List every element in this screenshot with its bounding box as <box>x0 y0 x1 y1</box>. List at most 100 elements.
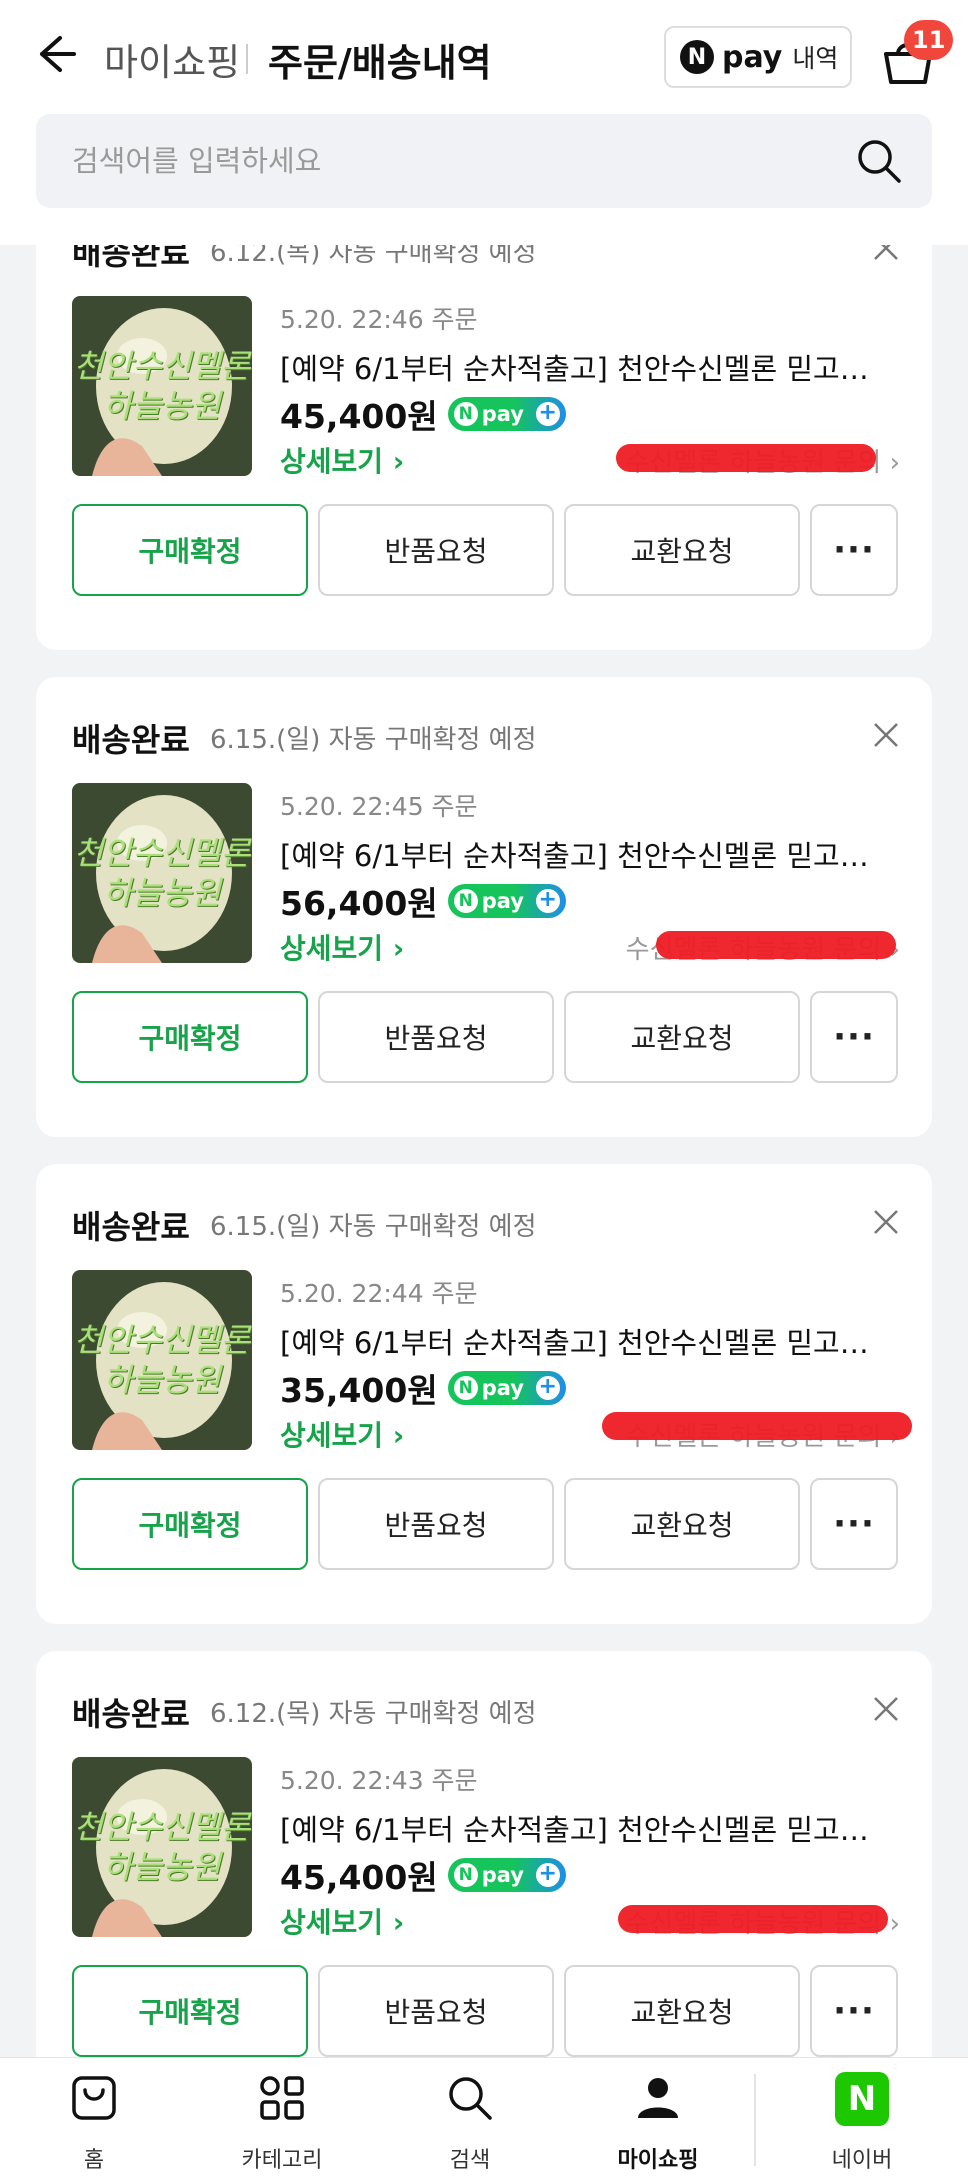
npay-history-label: 내역 <box>792 44 839 73</box>
purchase-confirm-button[interactable]: 구매확정 <box>72 504 308 596</box>
more-options-button[interactable]: ··· <box>810 504 898 596</box>
breadcrumb-divider <box>246 44 248 74</box>
nav-label: 검색 <box>449 2148 491 2173</box>
price-row: 45,400원 N pay + <box>280 390 566 438</box>
bottom-navigation: 홈 카테고리 검색 마이쇼핑 N 네이버 <box>0 2057 968 2181</box>
plus-icon: + <box>535 1376 560 1400</box>
auto-confirm-date: 6.15.(일) 자동 구매확정 예정 <box>210 1212 537 1242</box>
close-icon[interactable] <box>872 1208 900 1236</box>
category-grid-icon <box>260 2076 304 2120</box>
order-action-buttons: 구매확정 반품요청 교환요청 ··· <box>72 504 898 596</box>
nav-label: 네이버 <box>831 2148 893 2173</box>
naver-logo-icon: N <box>835 2072 889 2126</box>
search-bar <box>36 114 932 208</box>
npay-plus-badge: N pay + <box>447 397 566 431</box>
product-title[interactable]: [예약 6/1부터 순차적출고] 천안수신멜론 믿고먹는 하늘농원 <box>280 1807 894 1849</box>
search-input[interactable] <box>72 136 832 186</box>
product-title[interactable]: [예약 6/1부터 순차적출고] 천안수신멜론 믿고먹는 하늘농원 <box>280 1320 894 1362</box>
close-icon[interactable] <box>872 721 900 749</box>
exchange-request-button[interactable]: 교환요청 <box>564 991 800 1083</box>
order-card: 배송완료 6.15.(일) 자동 구매확정 예정 천안수신멜론 하늘농원 5.2… <box>36 677 932 1137</box>
detail-link[interactable]: 상세보기 › <box>280 927 404 967</box>
search-icon[interactable] <box>854 136 904 186</box>
home-bag-icon <box>72 2076 116 2120</box>
nav-category[interactable]: 카테고리 <box>202 2058 362 2181</box>
close-icon[interactable] <box>872 245 900 262</box>
plus-icon: + <box>535 889 560 913</box>
product-thumbnail[interactable]: 천안수신멜론 하늘농원 <box>72 1757 252 1937</box>
auto-confirm-date: 6.15.(일) 자동 구매확정 예정 <box>210 725 537 755</box>
more-options-button[interactable]: ··· <box>810 1478 898 1570</box>
nav-label: 홈 <box>83 2148 105 2173</box>
product-thumbnail[interactable]: 천안수신멜론 하늘농원 <box>72 296 252 476</box>
redaction-mark <box>618 1905 888 1933</box>
order-card: 배송완료 6.15.(일) 자동 구매확정 예정 천안수신멜론 하늘농원 5.2… <box>36 1164 932 1624</box>
back-arrow-icon[interactable] <box>30 30 78 78</box>
order-action-buttons: 구매확정 반품요청 교환요청 ··· <box>72 991 898 1083</box>
thumbnail-caption: 천안수신멜론 하늘농원 <box>73 1321 251 1399</box>
close-icon[interactable] <box>872 1695 900 1723</box>
top-header: 마이쇼핑 주문/배송내역 N pay 내역 11 <box>0 0 968 245</box>
more-options-button[interactable]: ··· <box>810 1965 898 2057</box>
breadcrumb-parent[interactable]: 마이쇼핑 <box>104 32 240 86</box>
return-request-button[interactable]: 반품요청 <box>318 1478 554 1570</box>
plus-icon: + <box>535 402 560 426</box>
thumbnail-caption: 천안수신멜론 하늘농원 <box>73 1808 251 1886</box>
more-options-button[interactable]: ··· <box>810 991 898 1083</box>
exchange-request-button[interactable]: 교환요청 <box>564 1965 800 2057</box>
detail-link[interactable]: 상세보기 › <box>280 1414 404 1454</box>
npay-badge-label: pay <box>481 1863 524 1887</box>
exchange-request-button[interactable]: 교환요청 <box>564 504 800 596</box>
top-bar: 마이쇼핑 주문/배송내역 N pay 내역 11 <box>0 0 968 112</box>
product-thumbnail[interactable]: 천안수신멜론 하늘농원 <box>72 1270 252 1450</box>
delivery-status: 배송완료 <box>72 1208 190 1246</box>
nav-naver[interactable]: N 네이버 <box>782 2058 942 2181</box>
nav-home[interactable]: 홈 <box>14 2058 174 2181</box>
purchase-confirm-button[interactable]: 구매확정 <box>72 991 308 1083</box>
purchase-confirm-button[interactable]: 구매확정 <box>72 1965 308 2057</box>
npay-badge-label: pay <box>481 402 524 426</box>
price-row: 35,400원 N pay + <box>280 1364 566 1412</box>
detail-link[interactable]: 상세보기 › <box>280 1901 404 1941</box>
order-action-buttons: 구매확정 반품요청 교환요청 ··· <box>72 1965 898 2057</box>
redaction-mark <box>656 931 896 959</box>
product-price: 56,400원 <box>280 884 438 923</box>
product-title[interactable]: [예약 6/1부터 순차적출고] 천안수신멜론 믿고먹는 하늘농원 <box>280 833 894 875</box>
nav-my-shopping[interactable]: 마이쇼핑 <box>578 2058 738 2181</box>
exchange-request-button[interactable]: 교환요청 <box>564 1478 800 1570</box>
npay-n-icon: N <box>453 1376 478 1400</box>
person-icon <box>638 2078 678 2118</box>
product-price: 35,400원 <box>280 1371 438 1410</box>
thumbnail-caption: 천안수신멜론 하늘농원 <box>73 347 251 425</box>
order-datetime: 5.20. 22:44 주문 <box>280 1279 478 1308</box>
nav-label: 카테고리 <box>241 2148 323 2173</box>
nav-search[interactable]: 검색 <box>390 2058 550 2181</box>
search-icon <box>449 2077 492 2120</box>
npay-plus-badge: N pay + <box>447 884 566 918</box>
npay-plus-badge: N pay + <box>447 1858 566 1892</box>
product-thumbnail[interactable]: 천안수신멜론 하늘농원 <box>72 783 252 963</box>
auto-confirm-date: 6.12.(목) 자동 구매확정 예정 <box>210 1699 537 1729</box>
order-list-scroll[interactable]: 배송완료 6.12.(목) 자동 구매확정 예정 천안수신멜론 하늘농원 5.2… <box>0 245 968 2057</box>
detail-link[interactable]: 상세보기 › <box>280 440 404 480</box>
return-request-button[interactable]: 반품요청 <box>318 991 554 1083</box>
nav-label: 마이쇼핑 <box>617 2148 699 2173</box>
purchase-confirm-button[interactable]: 구매확정 <box>72 1478 308 1570</box>
nav-divider <box>754 2074 756 2166</box>
order-datetime: 5.20. 22:45 주문 <box>280 792 478 821</box>
npay-n-icon: N <box>453 889 478 913</box>
plus-icon: + <box>535 1863 560 1887</box>
return-request-button[interactable]: 반품요청 <box>318 504 554 596</box>
product-title[interactable]: [예약 6/1부터 순차적출고] 천안수신멜론 믿고먹는 하늘농원 <box>280 346 894 388</box>
order-action-buttons: 구매확정 반품요청 교환요청 ··· <box>72 1478 898 1570</box>
product-price: 45,400원 <box>280 1858 438 1897</box>
order-card: 배송완료 6.12.(목) 자동 구매확정 예정 천안수신멜론 하늘농원 5.2… <box>36 1651 932 2057</box>
redaction-mark <box>616 444 876 472</box>
return-request-button[interactable]: 반품요청 <box>318 1965 554 2057</box>
price-row: 56,400원 N pay + <box>280 877 566 925</box>
delivery-status: 배송완료 <box>72 1695 190 1733</box>
product-price: 45,400원 <box>280 397 438 436</box>
thumbnail-caption: 천안수신멜론 하늘농원 <box>73 834 251 912</box>
delivery-status: 배송완료 <box>72 721 190 759</box>
npay-history-button[interactable]: N pay 내역 <box>664 26 852 88</box>
